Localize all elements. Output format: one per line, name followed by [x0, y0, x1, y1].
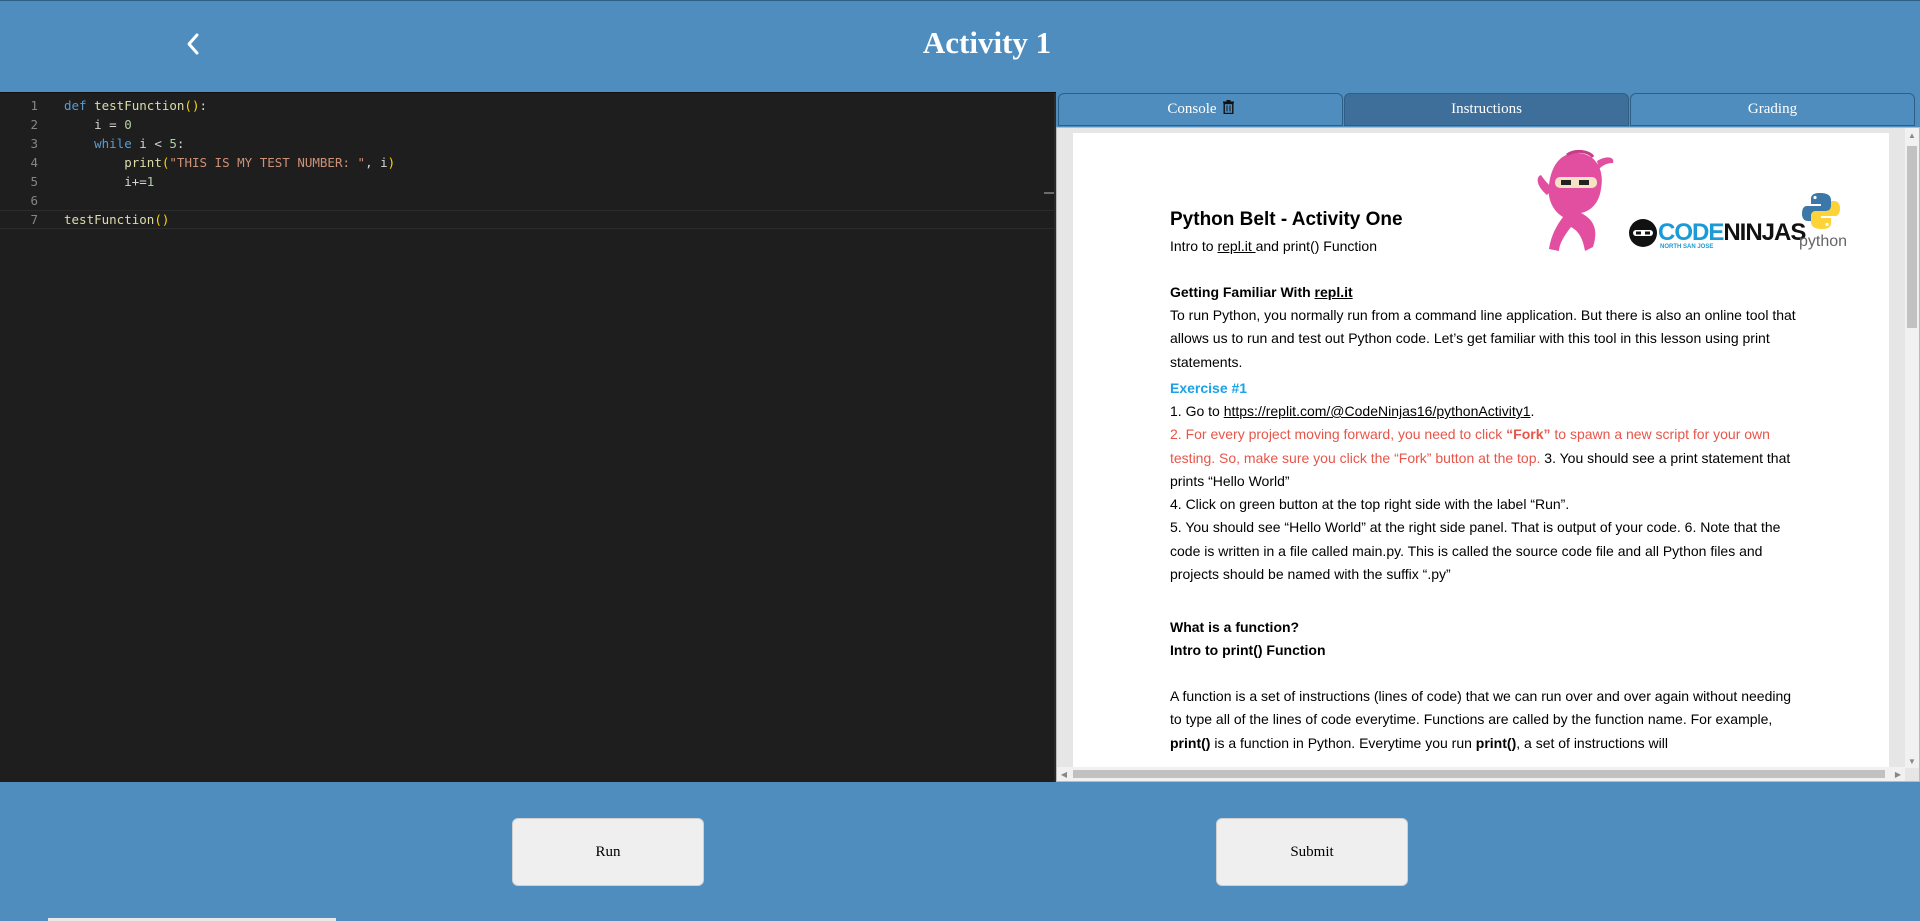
step1-end: .	[1530, 403, 1535, 419]
code-line[interactable]: 1 def testFunction():	[0, 96, 1056, 115]
section-heading-text: Getting Familiar With	[1170, 284, 1315, 300]
tab-console[interactable]: Console	[1058, 93, 1343, 126]
scroll-right-icon[interactable]: ▶	[1891, 767, 1905, 781]
line-number: 2	[30, 117, 38, 132]
python-logo-icon	[1802, 193, 1840, 229]
code-token: testFunction	[64, 212, 155, 227]
code-token: testFunction	[94, 98, 185, 113]
code-editor[interactable]: 1 def testFunction(): 2 i = 03 while i < 5…	[0, 92, 1056, 783]
code-token: )	[387, 155, 396, 170]
code-line[interactable]: 5 i+=1	[0, 172, 1056, 191]
func-text-a: A function is a set of instructions (lin…	[1170, 688, 1792, 728]
code-token: def	[64, 98, 87, 113]
instructions-viewer[interactable]: CODENINJAS NORTH SAN JOSE python Python …	[1056, 127, 1920, 782]
code-token: ()	[154, 212, 170, 227]
repl-heading-link[interactable]: repl.it	[1315, 284, 1353, 300]
line-number: 5	[30, 174, 38, 189]
subtitle-text: Intro to	[1170, 238, 1218, 254]
code-text[interactable]: while i < 5:	[64, 134, 184, 153]
line-number: 7	[30, 212, 38, 227]
tab-grading-label: Grading	[1747, 101, 1798, 117]
exercise-heading: Exercise #1	[1170, 380, 1248, 396]
line-number: 4	[30, 155, 38, 170]
right-panel: Console Instructions Grading CODENINJAS …	[1056, 92, 1920, 782]
document-subtitle: Intro to repl.it and print() Function	[1170, 238, 1377, 254]
replit-activity-link[interactable]: https://replit.com/@CodeNinjas16/pythonA…	[1224, 403, 1531, 419]
code-token: i+=	[64, 174, 147, 189]
tab-instructions[interactable]: Instructions	[1344, 93, 1629, 126]
code-token: 0	[124, 117, 132, 132]
vertical-scroll-thumb[interactable]	[1907, 146, 1917, 328]
subtitle-text-end: and print() Function	[1255, 238, 1377, 254]
line-number: 6	[30, 193, 38, 208]
code-text[interactable]: testFunction()	[64, 211, 169, 228]
code-ninjas-logo: CODENINJAS NORTH SAN JOSE	[1628, 218, 1806, 250]
run-button[interactable]: Run	[512, 818, 704, 886]
code-ninjas-wordmark: CODENINJAS	[1658, 219, 1806, 246]
horizontal-scroll-thumb[interactable]	[1073, 770, 1885, 778]
code-token: print	[124, 155, 162, 170]
function-paragraph: A function is a set of instructions (lin…	[1170, 685, 1800, 755]
print-heading: Intro to print() Function	[1170, 642, 1326, 658]
code-token: "THIS IS MY TEST NUMBER: "	[169, 155, 366, 170]
step4-text: 4. Click on green button at the top righ…	[1170, 496, 1570, 513]
code-token: i =	[64, 117, 125, 132]
repl-link[interactable]: repl.it	[1217, 238, 1255, 254]
func-text-c: is a function in Python. Everytime you r…	[1210, 734, 1476, 751]
code-text[interactable]: def testFunction():	[64, 96, 207, 115]
step2-text: 2. For every project moving forward, you…	[1170, 426, 1507, 443]
instructions-document: CODENINJAS NORTH SAN JOSE python Python …	[1073, 133, 1889, 770]
vertical-scrollbar[interactable]: ▲ ▼	[1905, 128, 1919, 768]
code-token: i <	[131, 136, 170, 151]
code-token: :	[199, 98, 208, 113]
trash-icon[interactable]	[1222, 100, 1234, 119]
code-line[interactable]: 4 print("THIS IS MY TEST NUMBER: ", i)	[0, 153, 1056, 172]
scroll-left-icon[interactable]: ◀	[1057, 767, 1071, 781]
action-bar: Run Submit	[0, 782, 1920, 921]
func-text-d: print()	[1475, 734, 1517, 751]
code-line[interactable]: 2 i = 0	[0, 115, 1056, 134]
code-token: , i	[365, 155, 388, 170]
code-token: 5	[169, 136, 177, 151]
python-logo-text: python	[1799, 233, 1848, 250]
exercise-steps: 1. Go to https://replit.com/@CodeNinjas1…	[1170, 400, 1800, 586]
horizontal-scrollbar[interactable]: ◀ ▶	[1057, 767, 1905, 781]
code-text[interactable]: i+=1	[64, 172, 154, 191]
code-ninjas-location: NORTH SAN JOSE	[1660, 244, 1714, 250]
line-number: 3	[30, 136, 38, 151]
scroll-up-icon[interactable]: ▲	[1905, 128, 1919, 142]
tab-instructions-label: Instructions	[1451, 101, 1522, 117]
scroll-down-icon[interactable]: ▼	[1905, 754, 1919, 768]
func-text-e: , a set of instructions will	[1516, 734, 1668, 751]
step5-text: 5. You should see “Hello World” at the r…	[1170, 519, 1781, 583]
tab-bar: Console Instructions Grading	[1056, 92, 1920, 127]
ninja-mascot-image	[1537, 149, 1614, 251]
document-title: Python Belt - Activity One	[1170, 209, 1403, 230]
code-line[interactable]: 7 testFunction()	[0, 210, 1056, 229]
step2-fork: “Fork”	[1506, 426, 1551, 443]
code-line[interactable]: 3 while i < 5:	[0, 134, 1056, 153]
code-token: :	[176, 136, 185, 151]
section-paragraph: To run Python, you normally run from a c…	[1170, 307, 1796, 370]
code-text[interactable]: i = 0	[64, 115, 132, 134]
code-line[interactable]: 6	[0, 191, 1056, 210]
tab-grading[interactable]: Grading	[1630, 93, 1915, 126]
code-text[interactable]: print("THIS IS MY TEST NUMBER: ", i)	[64, 153, 395, 172]
func-text-b: print()	[1170, 734, 1211, 751]
header-bar: Activity 1	[0, 0, 1920, 93]
page-title: Activity 1	[922, 25, 1052, 60]
code-token: while	[94, 136, 132, 151]
code-token: ()	[184, 98, 200, 113]
function-heading: What is a function?	[1170, 619, 1300, 635]
submit-button[interactable]: Submit	[1216, 818, 1408, 886]
section-heading: Getting Familiar With repl.it	[1170, 281, 1800, 304]
step1-text: 1. Go to	[1170, 403, 1224, 419]
line-number: 1	[30, 98, 38, 113]
tab-console-label: Console	[1167, 101, 1217, 117]
code-token: 1	[146, 174, 155, 189]
